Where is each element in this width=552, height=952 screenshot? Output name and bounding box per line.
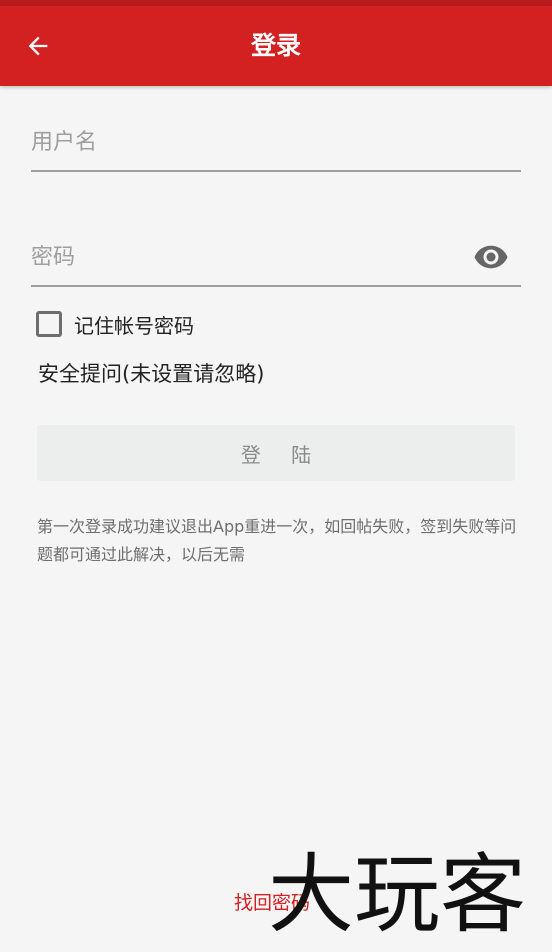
eye-icon: [474, 245, 508, 269]
security-question-selector[interactable]: 安全提问(未设置请忽略): [38, 356, 264, 392]
login-button[interactable]: 登 陆: [37, 425, 515, 481]
recover-password-link[interactable]: 找回密码: [234, 888, 310, 915]
password-field-container: [31, 227, 521, 287]
checkbox-box[interactable]: [36, 311, 62, 337]
password-visibility-toggle[interactable]: [471, 237, 511, 277]
login-hint-text: 第一次登录成功建议退出App重进一次，如回帖失败，签到失败等问题都可通过此解决，…: [37, 517, 517, 564]
app-bar: 登录: [0, 6, 552, 86]
username-field-container: [31, 112, 521, 172]
remember-credentials-checkbox[interactable]: 记住帐号密码: [36, 308, 194, 340]
page-title: 登录: [250, 31, 301, 60]
username-input[interactable]: [31, 120, 521, 164]
remember-credentials-label: 记住帐号密码: [74, 313, 194, 338]
password-input[interactable]: [31, 235, 521, 279]
